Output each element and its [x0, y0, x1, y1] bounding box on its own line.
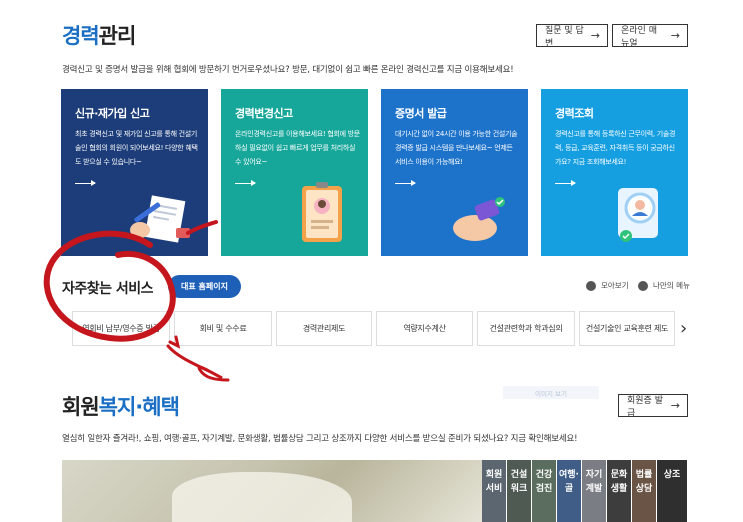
card-text: 온라인경력신고를 이용해보세요! 협회에 방문하실 필요없이 쉽고 빠르게 업무…: [235, 130, 360, 166]
tab-label: 법률상담: [635, 470, 653, 494]
card-career-change[interactable]: 경력변경신고 온라인경력신고를 이용해보세요! 협회에 방문하실 필요없이 쉽고…: [221, 89, 368, 256]
arrow-right-icon: [555, 180, 576, 186]
card-title: 신규·재가입 신고: [75, 107, 150, 120]
member-card-button[interactable]: 회원증 발급 →: [618, 394, 688, 419]
arrow-right-icon: →: [670, 399, 680, 412]
manual-button-label: 온라인 매뉴얼: [621, 25, 657, 49]
welfare-tab-member[interactable]: 회원서비: [482, 460, 506, 522]
welfare-tab-health[interactable]: 건강검진: [532, 460, 556, 522]
card-title: 경력변경신고: [235, 107, 293, 120]
arrow-right-icon: [75, 180, 96, 186]
my-menu-button[interactable]: 나만의 메뉴: [638, 280, 690, 291]
page-title-accent: 경력: [62, 24, 100, 48]
tab-label: 건강검진: [535, 470, 553, 494]
career-description: 경력신고 및 증명서 발급을 위해 협회에 방문하기 번거로우셨나요? 방문, …: [62, 65, 514, 75]
welfare-title-accent: 복지·혜택: [98, 395, 180, 419]
document-pen-icon: [130, 195, 190, 243]
welfare-title: 회원복지·혜택: [62, 391, 180, 421]
hand-card-icon: [453, 197, 505, 241]
arrow-right-icon: [235, 180, 256, 186]
card-certificate[interactable]: 증명서 발급 대기시간 없이 24시간 이용 가능한 건설기술경력증 발급 시스…: [381, 89, 528, 256]
card-new-registration[interactable]: 신규·재가입 신고 최초 경력신고 및 재가입 신고를 통해 건설기술인 협회의…: [61, 89, 208, 256]
card-title: 경력조회: [555, 107, 594, 120]
welfare-description: 열심히 일한자 즐겨라!, 쇼핑, 여행·골프, 자기계발, 문화생활, 법률상…: [62, 434, 578, 444]
service-competency-calc[interactable]: 역량지수계산: [376, 311, 473, 346]
service-fees[interactable]: 회비 및 수수료: [174, 311, 272, 346]
arrow-right-icon: →: [590, 29, 600, 42]
service-education-training[interactable]: 건설기술인 교육훈련 제도: [579, 311, 675, 346]
tab-label: 여행·골: [559, 470, 579, 494]
grid-icon: [586, 280, 596, 291]
id-card-icon: [302, 182, 342, 242]
member-card-label: 회원증 발급: [627, 395, 663, 419]
arrow-right-icon: →: [670, 29, 680, 42]
gear-icon: [638, 280, 648, 291]
welfare-title-part1: 회원: [62, 395, 100, 419]
qa-button-label: 질문 및 답변: [545, 25, 584, 49]
main-homepage-button[interactable]: 대표 홈페이지: [168, 275, 241, 298]
welfare-tab-culture[interactable]: 문화생활: [607, 460, 631, 522]
welfare-tab-funeral[interactable]: 상조: [657, 460, 687, 522]
welfare-tab-self-dev[interactable]: 자기계발: [582, 460, 606, 522]
page-title: 경력관리: [62, 20, 137, 50]
arrow-right-icon: [395, 180, 416, 186]
card-title: 증명서 발급: [395, 107, 447, 120]
service-career-system[interactable]: 경력관리제도: [276, 311, 372, 346]
chevron-right-icon[interactable]: ›: [680, 318, 687, 339]
my-menu-label: 나만의 메뉴: [653, 281, 690, 290]
card-text: 경력신고를 통해 등록하신 근무이력, 기술경력, 등급, 교육훈련, 자격취득…: [555, 130, 676, 166]
tab-label: 자기계발: [585, 470, 603, 494]
services-title: 자주찾는 서비스: [62, 281, 154, 297]
tab-label: 상조: [663, 470, 681, 480]
tab-label: 문화생활: [610, 470, 628, 494]
magnifier-profile-icon: [618, 188, 658, 242]
card-career-lookup[interactable]: 경력조회 경력신고를 통해 등록하신 근무이력, 기술경력, 등급, 교육훈련,…: [541, 89, 688, 256]
faint-label: 이미지 보기: [503, 386, 599, 399]
qa-button[interactable]: 질문 및 답변 →: [536, 24, 608, 49]
card-text: 대기시간 없이 24시간 이용 가능한 건설기술경력증 발급 시스템을 만나보세…: [395, 130, 518, 166]
welfare-tab-travel[interactable]: 여행·골: [557, 460, 581, 522]
service-annual-fee[interactable]: 연회비 납부/영수증 발급: [72, 311, 170, 346]
view-all-button[interactable]: 모아보기: [586, 280, 629, 291]
card-text: 최초 경력신고 및 재가입 신고를 통해 건설기술인 협회의 회원이 되어보세요…: [75, 130, 198, 166]
welfare-tab-construction[interactable]: 건설워크: [507, 460, 531, 522]
view-all-label: 모아보기: [601, 281, 629, 290]
welfare-photo: [62, 460, 482, 522]
manual-button[interactable]: 온라인 매뉴얼 →: [612, 24, 688, 49]
service-department-review[interactable]: 건설관련학과 학과심의: [477, 311, 575, 346]
page-title-rest: 관리: [98, 24, 137, 48]
tab-label: 회원서비: [485, 470, 503, 494]
tab-label: 건설워크: [510, 470, 528, 494]
welfare-tab-legal[interactable]: 법률상담: [632, 460, 656, 522]
